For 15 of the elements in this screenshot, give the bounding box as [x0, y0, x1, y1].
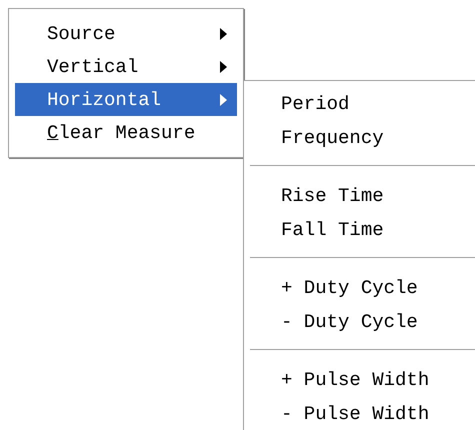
menu-item[interactable]: + Duty Cycle	[250, 271, 475, 305]
menu-item[interactable]: - Duty Cycle	[250, 305, 475, 339]
menu-item[interactable]: Period	[250, 87, 475, 121]
submenu-arrow-icon	[220, 94, 227, 106]
menu-item[interactable]: Frequency	[250, 121, 475, 155]
submenu-arrow-icon	[220, 60, 227, 72]
submenu-arrow-icon	[220, 28, 227, 40]
menu-item[interactable]: Source	[15, 17, 237, 50]
menu-item[interactable]: - Pulse Width	[250, 397, 475, 430]
menu-item[interactable]: Vertical	[15, 50, 237, 83]
menu-item[interactable]: Clear Measure	[15, 116, 237, 149]
menu-item[interactable]: Horizontal	[15, 83, 237, 116]
menu-item[interactable]: Fall Time	[250, 213, 475, 247]
menu-item[interactable]: + Pulse Width	[250, 363, 475, 397]
menu-item[interactable]: Rise Time	[250, 179, 475, 213]
